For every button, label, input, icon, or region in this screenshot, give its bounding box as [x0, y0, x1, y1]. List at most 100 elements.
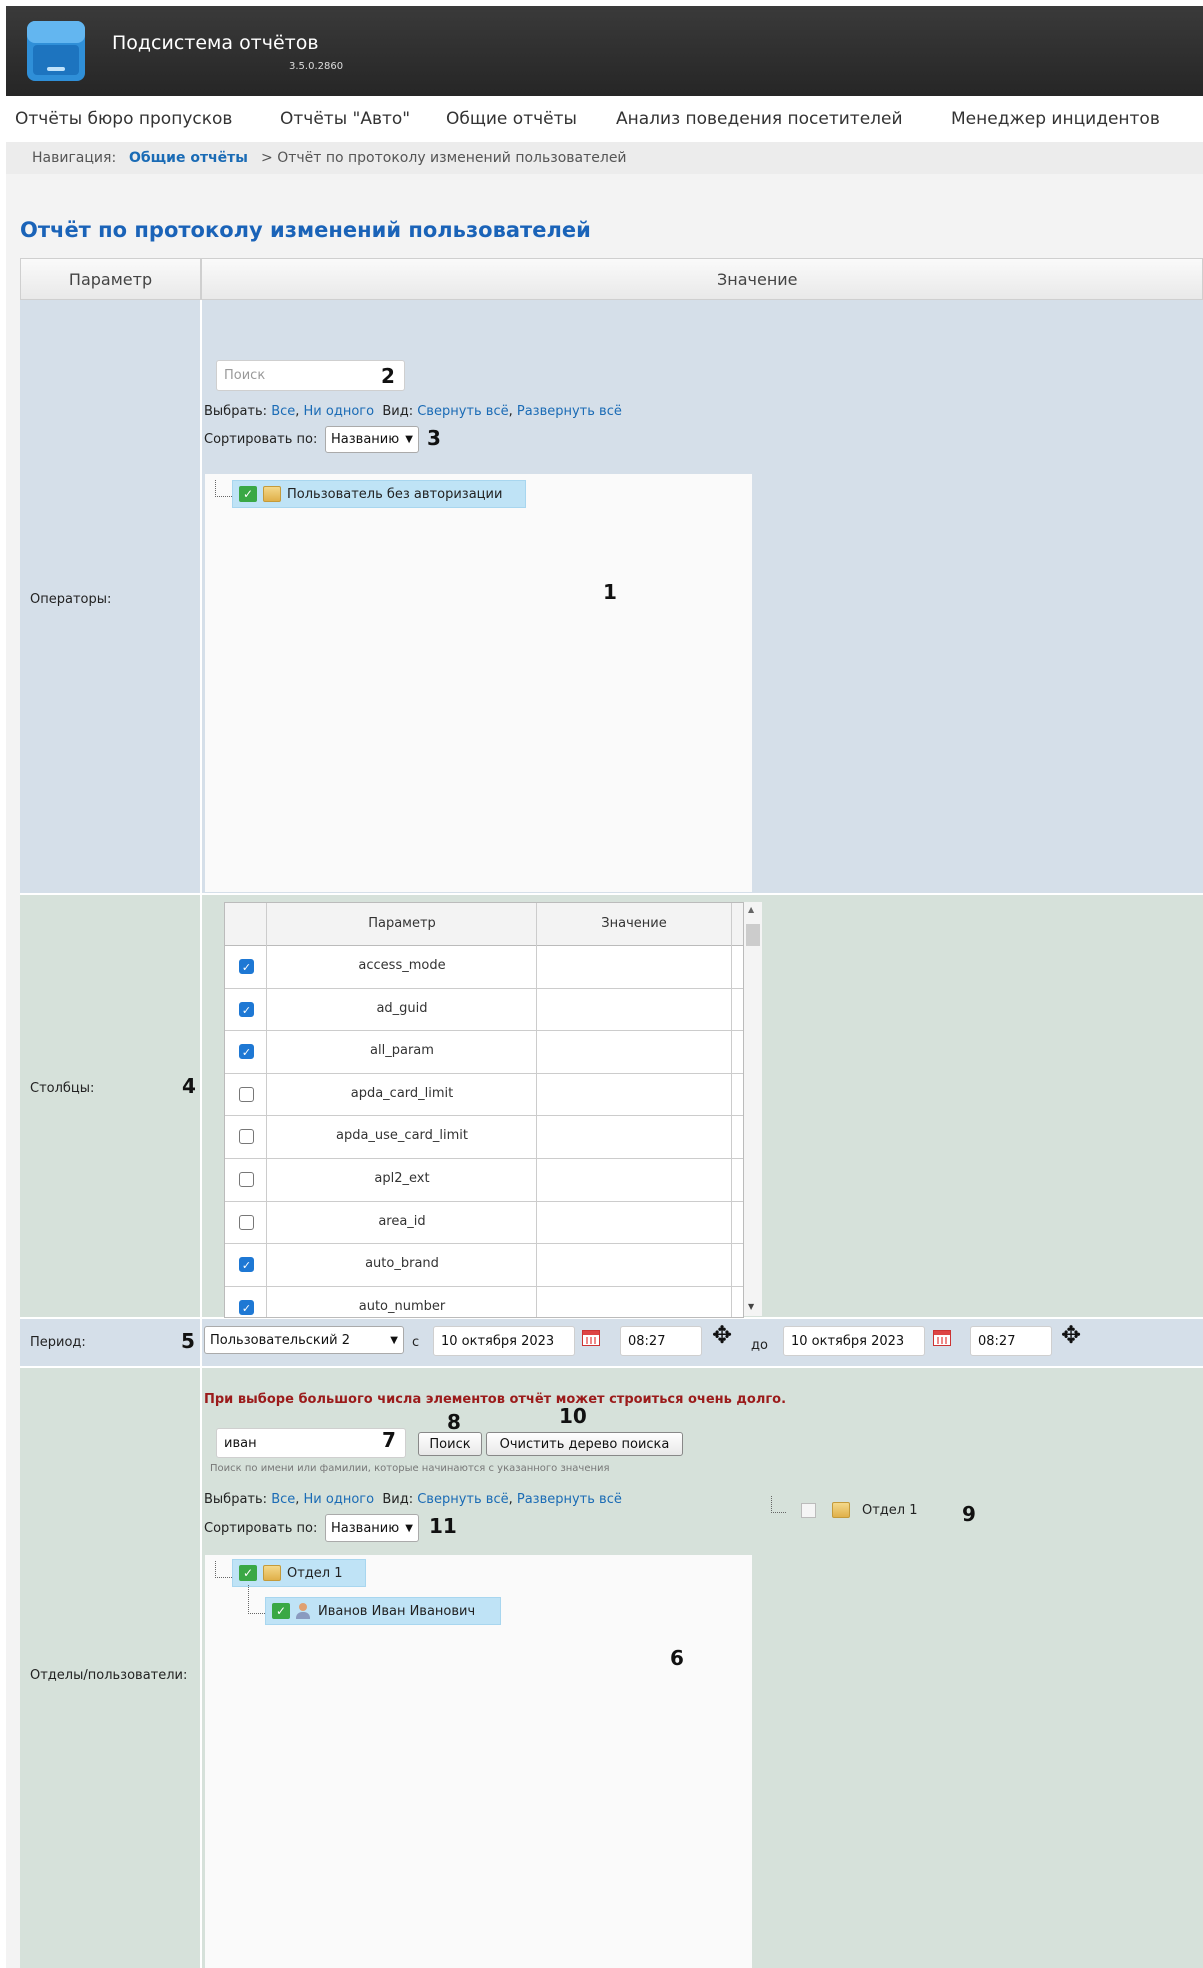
column-param-name: auto_number — [358, 1298, 446, 1314]
side-tree-checkbox[interactable] — [801, 1503, 816, 1518]
column-param-name: access_mode — [358, 958, 446, 973]
select-label: Выбрать: — [204, 404, 268, 419]
main-menu: Отчёты бюро пропусков Отчёты "Авто" Общи… — [6, 96, 1203, 143]
column-checkbox[interactable]: ✓ — [239, 1001, 254, 1017]
menu-item-general-reports[interactable]: Общие отчёты — [446, 109, 577, 129]
move-arrows-icon[interactable]: ✥ — [712, 1323, 732, 1347]
departments-select-controls: Выбрать: Все, Ни одного Вид: Свернуть вс… — [204, 1492, 622, 1507]
chevron-down-icon: ▼ — [405, 1522, 413, 1534]
operators-label: Операторы: — [30, 592, 112, 607]
period-label: Период: — [30, 1335, 86, 1350]
period-to-label: до — [751, 1338, 768, 1353]
operators-search-input[interactable]: Поиск — [216, 360, 405, 391]
menu-item-visitor-behavior[interactable]: Анализ поведения посетителей — [616, 109, 903, 129]
scroll-down-icon[interactable]: ▼ — [748, 1302, 754, 1311]
expand-all-link[interactable]: Развернуть всё — [517, 404, 622, 419]
departments-tree[interactable]: ✓ Отдел 1 ✓ Иванов Иван Иванович — [205, 1555, 752, 1968]
side-tree-dept-label[interactable]: Отдел 1 — [862, 1503, 918, 1518]
period-from-time-input[interactable]: 08:27 — [620, 1326, 702, 1356]
column-checkbox[interactable] — [239, 1129, 254, 1145]
menu-item-incident-manager[interactable]: Менеджер инцидентов — [951, 109, 1160, 129]
operators-select-controls: Выбрать: Все, Ни одного Вид: Свернуть вс… — [204, 404, 622, 419]
callout-6: 6 — [670, 1646, 684, 1670]
select-label: Выбрать: — [204, 1492, 268, 1507]
folder-icon — [832, 1502, 850, 1518]
app-frame: Подсистема отчётов 3.5.0.2860 Отчёты бюр… — [6, 6, 1203, 1968]
breadcrumb-current-page: Отчёт по протоколу изменений пользовател… — [277, 150, 627, 166]
checked-icon: ✓ — [239, 1565, 257, 1581]
select-none-link[interactable]: Ни одного — [304, 1492, 375, 1507]
column-param-name: area_id — [378, 1213, 426, 1229]
select-none-link[interactable]: Ни одного — [304, 404, 375, 419]
breadcrumb-current: > Отчёт по протоколу изменений пользоват… — [261, 150, 627, 166]
callout-10: 10 — [559, 1404, 587, 1428]
columns-scrollbar[interactable]: ▲ ▼ — [744, 902, 762, 1316]
departments-sort-select[interactable]: Названию ▼ — [325, 1514, 419, 1542]
clear-search-tree-button[interactable]: Очистить дерево поиска — [486, 1432, 683, 1456]
period-to-date-input[interactable]: 10 октября 2023 — [783, 1326, 925, 1356]
grid-row-divider — [225, 1030, 743, 1032]
scroll-up-icon[interactable]: ▲ — [748, 905, 754, 914]
grid-row-divider — [225, 1285, 743, 1287]
scrollbar-thumb[interactable] — [746, 924, 760, 946]
grid-row-divider — [225, 1243, 743, 1245]
departments-search-input[interactable]: иван — [216, 1428, 406, 1458]
search-hint: Поиск по имени или фамилии, которые начи… — [210, 1463, 610, 1474]
grid-header-parameter: Параметр — [368, 916, 436, 931]
app-header: Подсистема отчётов 3.5.0.2860 — [6, 6, 1203, 96]
column-checkbox[interactable] — [239, 1214, 254, 1230]
period-to-time-input[interactable]: 08:27 — [970, 1326, 1052, 1356]
tree-node-department[interactable]: ✓ Отдел 1 — [232, 1559, 366, 1587]
row-divider — [20, 1366, 1203, 1368]
search-button[interactable]: Поиск — [418, 1432, 482, 1456]
grid-row-divider — [225, 987, 743, 989]
grid-row-divider — [225, 1072, 743, 1074]
calendar-icon[interactable] — [582, 1330, 600, 1346]
callout-9: 9 — [962, 1502, 976, 1526]
callout-5: 5 — [181, 1329, 195, 1353]
operators-sort-select[interactable]: Названию ▼ — [325, 426, 419, 453]
collapse-all-link[interactable]: Свернуть всё — [417, 404, 508, 419]
callout-1: 1 — [603, 580, 617, 604]
column-param-name: apda_use_card_limit — [335, 1128, 469, 1144]
column-checkbox[interactable] — [239, 1172, 254, 1187]
column-checkbox[interactable] — [239, 1086, 254, 1102]
departments-label: Отделы/пользователи: — [30, 1668, 188, 1683]
callout-8: 8 — [447, 1410, 461, 1434]
column-checkbox[interactable]: ✓ — [239, 1257, 254, 1273]
tree-connector — [248, 1585, 265, 1614]
calendar-icon[interactable] — [933, 1330, 951, 1346]
column-checkbox[interactable]: ✓ — [239, 1299, 254, 1315]
move-arrows-icon[interactable]: ✥ — [1061, 1323, 1081, 1347]
period-from-date-input[interactable]: 10 октября 2023 — [433, 1326, 575, 1356]
tree-connector — [215, 1561, 232, 1578]
breadcrumb-link-general-reports[interactable]: Общие отчёты — [129, 150, 248, 166]
tree-node-label: Отдел 1 — [287, 1565, 343, 1581]
operators-sort-label: Сортировать по: — [204, 432, 318, 447]
sort-value: Названию — [331, 1520, 400, 1536]
period-type-select[interactable]: Пользовательский 2 ▼ — [204, 1326, 404, 1354]
collapse-all-link[interactable]: Свернуть всё — [417, 1492, 508, 1507]
departments-sort-label: Сортировать по: — [204, 1521, 318, 1536]
comma: , — [508, 1492, 517, 1507]
app-logo-icon — [27, 21, 85, 81]
operators-tree[interactable]: ✓ Пользователь без авторизации — [205, 474, 752, 892]
tree-node-user[interactable]: ✓ Иванов Иван Иванович — [265, 1597, 501, 1625]
comma: , — [508, 404, 517, 419]
callout-7: 7 — [382, 1428, 396, 1452]
select-all-link[interactable]: Все — [271, 404, 295, 419]
callout-2: 2 — [381, 364, 395, 388]
column-checkbox[interactable]: ✓ — [239, 1044, 254, 1060]
breadcrumb-label: Навигация: — [32, 150, 117, 166]
select-all-link[interactable]: Все — [271, 1492, 295, 1507]
expand-all-link[interactable]: Развернуть всё — [517, 1492, 622, 1507]
departments-warning: При выборе большого числа элементов отчё… — [204, 1392, 787, 1407]
column-header-value: Значение — [201, 258, 1203, 300]
tree-node-unauthorized-user[interactable]: ✓ Пользователь без авторизации — [232, 480, 526, 508]
menu-item-auto-reports[interactable]: Отчёты "Авто" — [280, 109, 410, 129]
comma: , — [295, 1492, 304, 1507]
menu-item-pass-office-reports[interactable]: Отчёты бюро пропусков — [15, 109, 232, 129]
column-checkbox[interactable]: ✓ — [239, 959, 254, 974]
callout-11: 11 — [429, 1514, 457, 1538]
user-icon — [296, 1603, 310, 1619]
